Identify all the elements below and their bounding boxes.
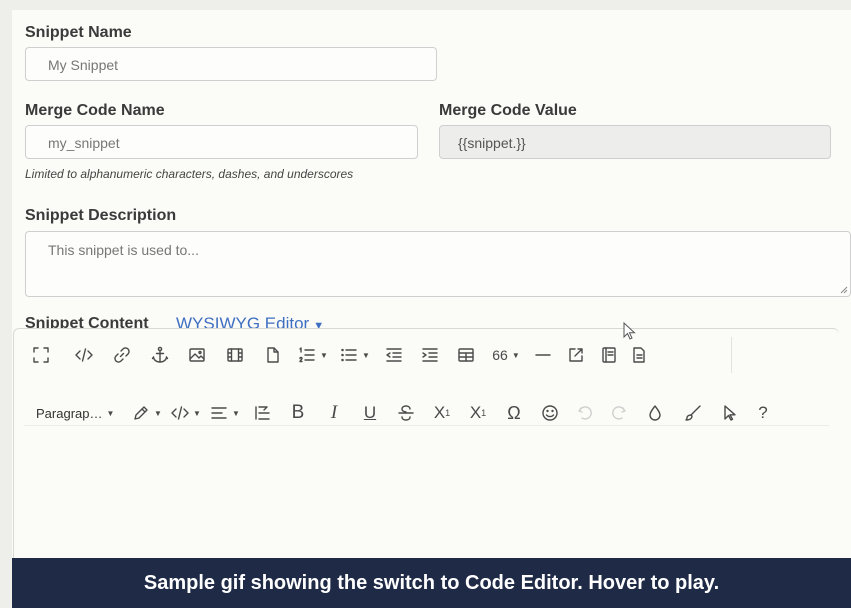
snippet-name-input[interactable]: My Snippet xyxy=(25,47,437,81)
align-left-icon xyxy=(211,407,227,419)
bold-button[interactable]: B xyxy=(280,399,316,427)
underline-icon: U xyxy=(363,403,377,422)
pen-icon xyxy=(134,406,148,420)
paragraph-format-label: Paragrap… xyxy=(36,405,103,421)
merge-code-hint: Limited to alphanumeric characters, dash… xyxy=(25,167,354,181)
outdent-icon[interactable] xyxy=(376,341,412,369)
image-icon[interactable] xyxy=(178,341,216,369)
toolbar-divider xyxy=(24,425,829,426)
merge-code-value-field: {{snippet.}} xyxy=(439,125,831,159)
underline-button[interactable]: U xyxy=(352,399,388,427)
italic-button[interactable]: I xyxy=(316,399,352,427)
snippet-name-label: Snippet Name xyxy=(25,24,132,41)
toolbar-separator xyxy=(731,337,732,373)
toolbar-row-1: ▼ ▼ 66 ▼ xyxy=(32,337,654,373)
quote-icon: 66 xyxy=(492,347,508,363)
horizontal-rule-icon[interactable] xyxy=(528,341,558,369)
description-placeholder: This snippet is used to... xyxy=(48,242,199,258)
omega-icon: Ω xyxy=(507,402,521,423)
italic-icon: I xyxy=(330,402,338,423)
help-button[interactable]: ? xyxy=(748,399,778,427)
resize-handle-icon[interactable] xyxy=(838,284,848,294)
code-view-icon[interactable] xyxy=(66,341,102,369)
highlight-dropdown[interactable]: ▼ xyxy=(128,399,166,427)
bold-icon: B xyxy=(291,402,305,423)
select-pointer-icon[interactable] xyxy=(712,399,748,427)
merge-code-name-label: Merge Code Name xyxy=(25,102,165,119)
mouse-cursor-icon xyxy=(623,322,636,340)
external-link-icon[interactable] xyxy=(558,341,594,369)
unordered-list-icon[interactable]: ▼ xyxy=(334,341,376,369)
snippet-description-label: Snippet Description xyxy=(25,207,177,224)
file-icon[interactable] xyxy=(254,341,292,369)
table-icon[interactable] xyxy=(448,341,484,369)
quote-dropdown[interactable]: 66 ▼ xyxy=(484,341,528,369)
template-icon[interactable] xyxy=(594,341,624,369)
video-icon[interactable] xyxy=(216,341,254,369)
special-character-button[interactable]: Ω xyxy=(496,399,532,427)
undo-icon[interactable] xyxy=(568,399,602,427)
indent-icon[interactable] xyxy=(412,341,448,369)
paragraph-format-dropdown[interactable]: Paragrap… ▼ xyxy=(36,399,128,427)
subscript-button[interactable]: X1 xyxy=(424,399,460,427)
superscript-button[interactable]: X1 xyxy=(460,399,496,427)
superscript-icon: X xyxy=(469,403,482,422)
align-dropdown[interactable]: ▼ xyxy=(206,399,244,427)
gif-caption-banner[interactable]: Sample gif showing the switch to Code Ed… xyxy=(12,558,851,608)
fullscreen-icon[interactable] xyxy=(32,341,66,369)
merge-code-value-label: Merge Code Value xyxy=(439,102,577,119)
banner-text: Sample gif showing the switch to Code Ed… xyxy=(143,571,720,594)
strikethrough-icon[interactable] xyxy=(388,399,424,427)
clear-formatting-icon[interactable] xyxy=(636,399,674,427)
line-height-icon[interactable] xyxy=(244,399,280,427)
emoji-icon[interactable] xyxy=(532,399,568,427)
brush-icon[interactable] xyxy=(674,399,712,427)
merge-code-name-input[interactable]: my_snippet xyxy=(25,125,418,159)
ordered-list-icon[interactable]: ▼ xyxy=(292,341,334,369)
document-icon[interactable] xyxy=(624,341,654,369)
anchor-icon[interactable] xyxy=(142,341,178,369)
help-icon: ? xyxy=(758,403,768,422)
inline-code-dropdown[interactable]: ▼ xyxy=(166,399,206,427)
code-icon xyxy=(171,406,189,420)
link-icon[interactable] xyxy=(102,341,142,369)
subscript-icon: X xyxy=(433,403,446,422)
subscript-digit: 1 xyxy=(445,408,451,418)
redo-icon[interactable] xyxy=(602,399,636,427)
chevron-down-icon: ▼ xyxy=(106,408,115,418)
superscript-digit: 1 xyxy=(481,408,487,418)
snippet-description-textarea[interactable]: This snippet is used to... xyxy=(25,231,851,297)
